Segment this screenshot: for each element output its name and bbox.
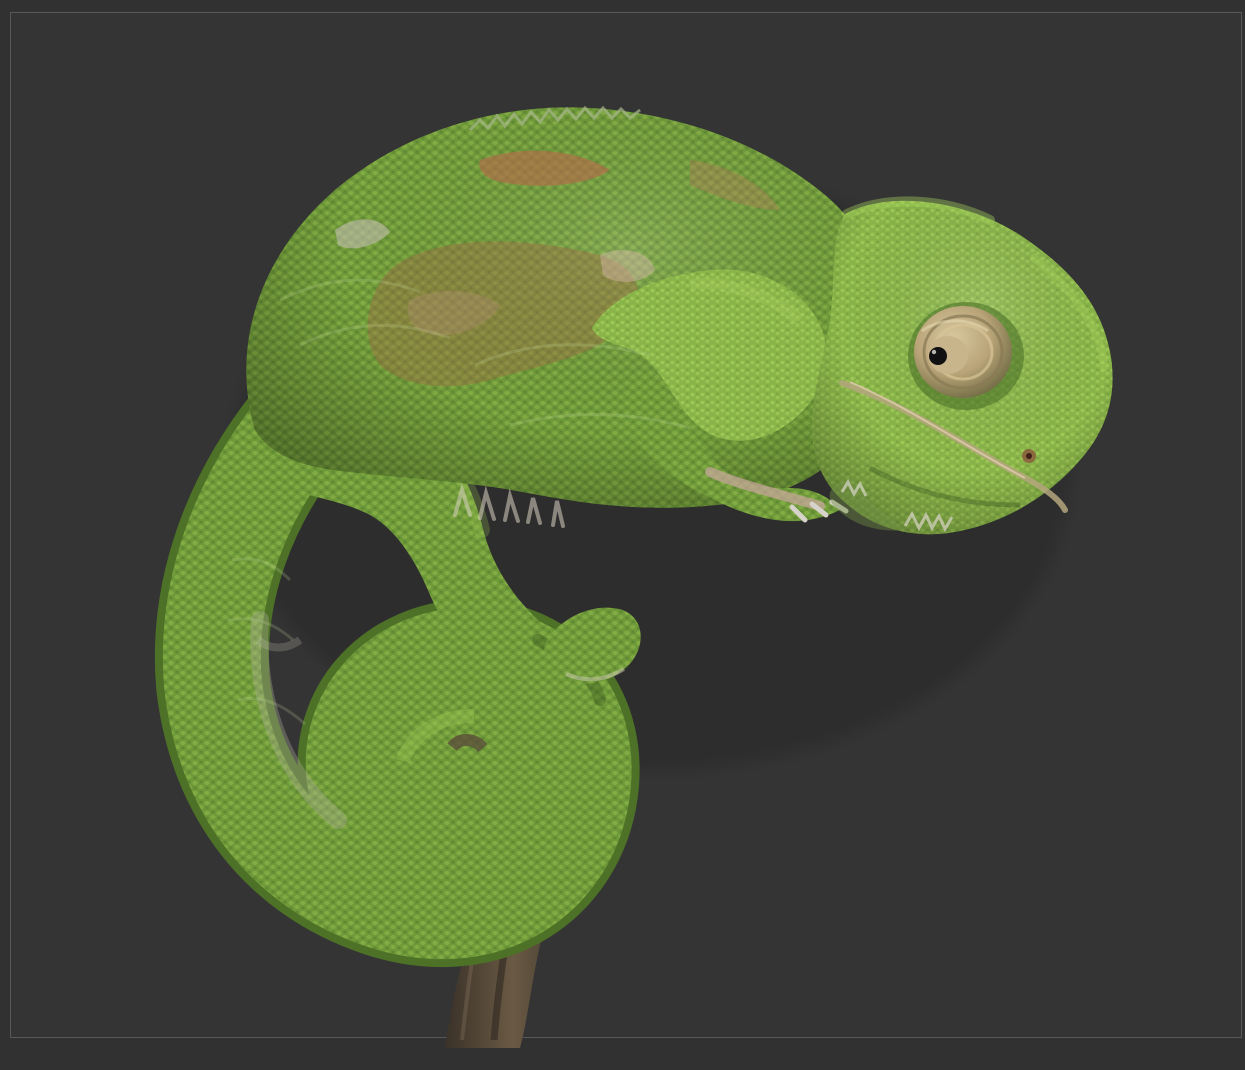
eye bbox=[908, 302, 1024, 410]
canvas bbox=[0, 0, 1245, 1070]
scene-render bbox=[154, 105, 1113, 1048]
